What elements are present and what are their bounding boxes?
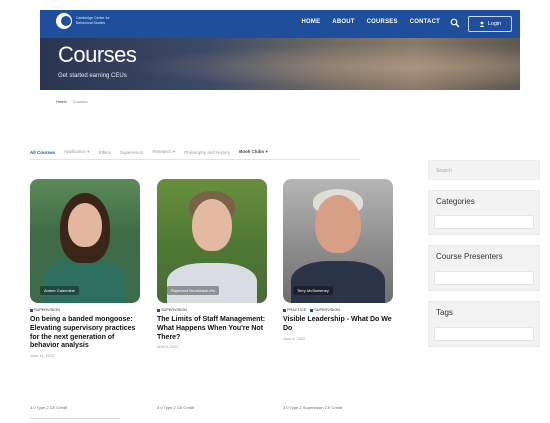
course-tags: PRACTICE SUPERVISION (283, 308, 393, 312)
tag-label: SUPERVISION (34, 308, 60, 312)
nav-link-contact[interactable]: CONTACT (410, 19, 440, 25)
search-placeholder: Search (436, 168, 452, 174)
filter-tab-label: Research (152, 149, 172, 154)
widget-title: Categories (436, 197, 475, 206)
categories-widget: Categories (428, 190, 540, 235)
presenters-select[interactable] (434, 271, 534, 285)
logo-mark-icon (56, 13, 72, 29)
chevron-down-icon: ▾ (87, 149, 90, 154)
tag-supervision[interactable]: SUPERVISION (157, 308, 187, 312)
login-button[interactable]: Login (468, 16, 512, 32)
course-date: April 5, 2023 (157, 345, 179, 350)
course-date: June 14, 2023 (30, 354, 55, 359)
presenter-name: Raymond Brookbank-Ho (167, 286, 219, 295)
tag-icon (30, 308, 33, 312)
nav-links: HOME ABOUT COURSES CONTACT (301, 19, 440, 25)
nav-link-home[interactable]: HOME (301, 19, 320, 25)
nav-link-about[interactable]: ABOUT (332, 19, 354, 25)
nav-link-courses[interactable]: COURSES (367, 19, 398, 25)
course-title[interactable]: The Limits of Staff Management: What Hap… (157, 316, 267, 342)
chevron-down-icon: ▾ (265, 149, 268, 154)
filter-tab-label: Book Clubs (239, 149, 265, 154)
filter-tab-philosophy-history[interactable]: Philosophy and History (184, 150, 230, 155)
categories-select[interactable] (434, 215, 534, 229)
tag-icon (310, 308, 314, 312)
login-label: Login (487, 21, 502, 27)
course-title[interactable]: Visible Leadership - What Do We Do (283, 316, 393, 334)
course-card[interactable]: Raymond Brookbank-Ho SUPERVISION The Lim… (157, 179, 267, 410)
widget-title: Tags (436, 308, 453, 317)
footer-divider (30, 418, 120, 419)
tag-label: SUPERVISION (314, 308, 341, 312)
tag-practice[interactable]: PRACTICE (283, 308, 306, 312)
tag-label: PRACTICE (287, 308, 307, 312)
course-title[interactable]: On being a banded mongoose: Elevating su… (30, 316, 140, 351)
breadcrumb-current: Courses (72, 99, 88, 104)
hero-banner: Courses Get started earning CEUs (40, 38, 520, 90)
logo-text: Cambridge Center for Behavioral Studies (76, 16, 110, 25)
sidebar: Search Categories Course Presenters Tags (428, 160, 540, 357)
course-card[interactable]: Amber Calendine SUPERVISION On being a b… (30, 179, 140, 410)
user-icon (479, 21, 485, 27)
tag-icon (157, 308, 160, 312)
course-credits: 3.0 Type 2 CE Credit (157, 405, 195, 410)
course-tags: SUPERVISION (30, 308, 140, 312)
breadcrumb: Home Courses (56, 99, 88, 104)
filter-tab-supervision[interactable]: Supervision (120, 150, 144, 155)
sidebar-search-input[interactable]: Search (428, 160, 540, 180)
course-filter-tabs: All Courses Application ▾ Ethics Supervi… (30, 149, 412, 155)
tag-supervision[interactable]: SUPERVISION (30, 308, 60, 312)
filter-tab-all-courses[interactable]: All Courses (30, 150, 55, 155)
filter-tab-application[interactable]: Application ▾ (64, 149, 90, 155)
course-tags: SUPERVISION (157, 308, 267, 312)
filter-tab-ethics[interactable]: Ethics (99, 150, 111, 155)
top-navbar: Cambridge Center for Behavioral Studies … (40, 10, 520, 38)
tag-icon (283, 308, 286, 312)
search-icon[interactable] (450, 18, 460, 28)
tag-supervision[interactable]: SUPERVISION (310, 308, 340, 312)
page-subtitle: Get started earning CEUs (58, 73, 127, 79)
course-presenters-widget: Course Presenters (428, 245, 540, 291)
course-date: June 6, 2022 (283, 336, 305, 341)
presenter-name: Amber Calendine (40, 286, 79, 295)
presenter-photo[interactable]: Terry McSweeney (283, 179, 393, 303)
course-card[interactable]: Terry McSweeney PRACTICE SUPERVISION Vis… (283, 179, 393, 410)
tags-widget: Tags (428, 301, 540, 347)
tag-label: SUPERVISION (161, 308, 187, 312)
filter-tab-book-clubs[interactable]: Book Clubs ▾ (239, 149, 268, 155)
page-title: Courses (58, 42, 137, 67)
course-credits: 3.0 Type 2 CE Credit (30, 405, 68, 410)
tags-select[interactable] (434, 327, 534, 341)
site-logo[interactable]: Cambridge Center for Behavioral Studies (56, 13, 112, 29)
filter-tab-research[interactable]: Research ▾ (152, 149, 175, 155)
presenter-photo[interactable]: Raymond Brookbank-Ho (157, 179, 267, 303)
presenter-photo[interactable]: Amber Calendine (30, 179, 140, 303)
course-credits: 3.0 Type 2 Supervision CE Credit (283, 405, 343, 410)
breadcrumb-home[interactable]: Home (56, 99, 67, 104)
filter-divider (30, 159, 360, 160)
widget-title: Course Presenters (436, 252, 503, 261)
presenter-name: Terry McSweeney (293, 286, 333, 295)
chevron-down-icon: ▾ (172, 149, 176, 154)
filter-tab-label: Application (64, 149, 87, 154)
